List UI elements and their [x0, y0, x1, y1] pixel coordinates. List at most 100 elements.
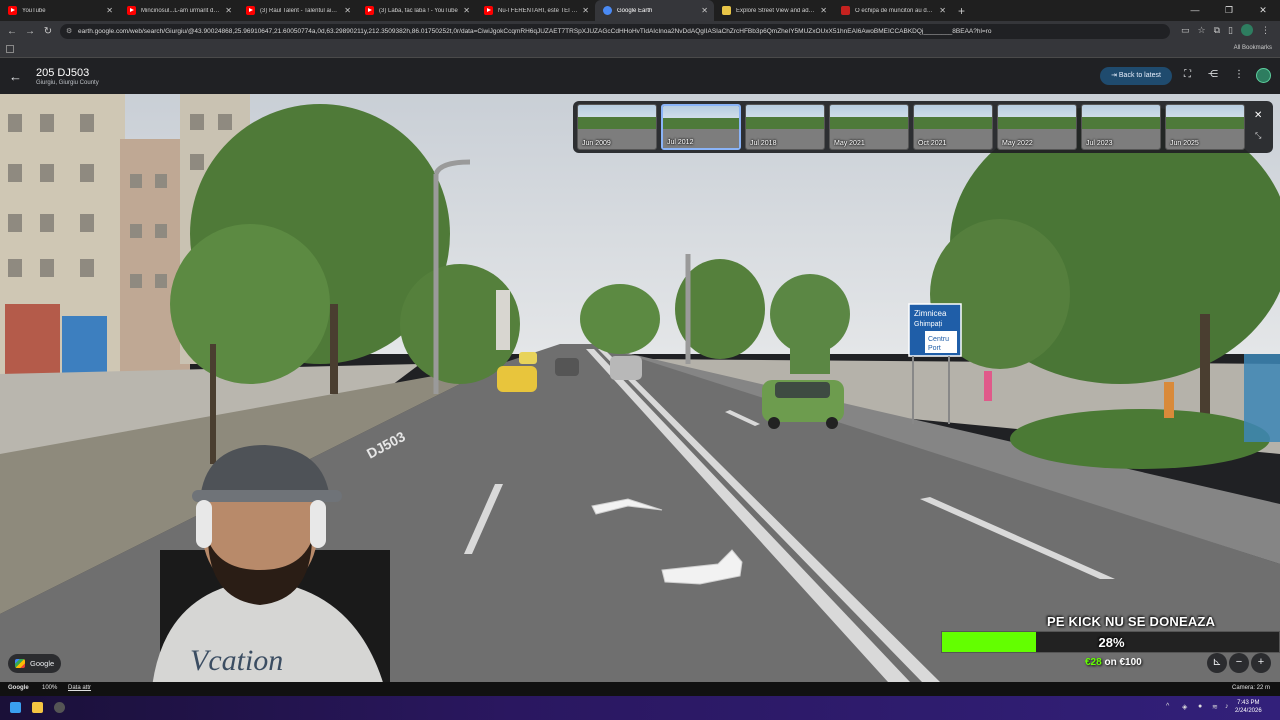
google-maps-icon [15, 659, 25, 668]
google-earth-icon [603, 6, 612, 15]
timeline-date: Jul 2012 [667, 139, 694, 146]
collapse-icon[interactable]: ⤡ [1255, 131, 1261, 141]
tab-label: (3) Raul Talent - Talentul aia fin [260, 7, 341, 14]
network-icon[interactable]: ◈ [1182, 703, 1187, 711]
share-icon[interactable]: ⋲ [1208, 69, 1218, 80]
close-icon[interactable]: ✕ [1254, 110, 1262, 121]
timeline-thumbnail[interactable]: Jul 2023 [1081, 104, 1161, 150]
window-controls: — ❐ ✕ [1178, 0, 1280, 21]
sign-line: Port [928, 345, 941, 352]
timeline-thumbnail[interactable]: May 2021 [829, 104, 909, 150]
chevron-up-icon[interactable]: ^ [1166, 703, 1169, 710]
avatar[interactable] [1256, 68, 1271, 83]
camera-altitude: Camera: 22 m [1232, 685, 1271, 691]
tab-youtube-video[interactable]: (3) Laba, fac laba ! - YouTube ✕ [357, 0, 476, 21]
bus-stop [1244, 354, 1280, 442]
close-icon[interactable]: ✕ [582, 6, 589, 15]
reload-icon[interactable]: ↻ [39, 26, 57, 37]
maximize-icon[interactable]: ❐ [1212, 0, 1246, 21]
youtube-icon [127, 6, 136, 15]
timeline-thumbnail[interactable]: Oct 2021 [913, 104, 993, 150]
donation-separator: on [1104, 657, 1117, 668]
zoom-out-button[interactable]: − [1229, 653, 1249, 673]
timeline-thumbnail[interactable]: May 2022 [997, 104, 1077, 150]
forward-icon[interactable]: → [21, 26, 39, 37]
skip-next-icon: ⇥ [1111, 72, 1119, 79]
browser-toolbar: ← → ↻ ⚙ earth.google.com/web/search/Giur… [0, 21, 1280, 42]
streamer-figure: Vcation [150, 445, 392, 720]
browser-tab-strip: YouTube ✕ Mincinosul...L-am urmărit două… [0, 0, 1280, 21]
cast-icon[interactable]: ▭ [1181, 25, 1190, 36]
gmail-icon [841, 6, 850, 15]
sign-line: Zimnicea [914, 309, 947, 318]
close-icon[interactable]: ✕ [701, 6, 708, 15]
obs-icon[interactable] [54, 702, 65, 713]
close-window-icon[interactable]: ✕ [1246, 0, 1280, 21]
microphone-icon[interactable]: ● [1198, 703, 1202, 710]
extensions-icon[interactable]: ⧉ [1214, 25, 1220, 36]
zoom-in-button[interactable]: + [1251, 653, 1271, 673]
tab-youtube-video[interactable]: Nu-l FERENTARI, este TEI TOBO ✕ [476, 0, 595, 21]
tab-label: Nu-l FERENTARI, este TEI TOBO [498, 7, 578, 14]
sign-line: Ghimpați [914, 321, 942, 328]
compass-icon[interactable]: ⊾ [1207, 653, 1227, 673]
timeline-thumbnail-selected[interactable]: Jul 2012 [661, 104, 741, 150]
close-icon[interactable]: ✕ [106, 6, 113, 15]
apps-icon[interactable] [6, 45, 14, 53]
donation-progress-bar: 28% [941, 631, 1280, 653]
close-icon[interactable]: ✕ [344, 6, 351, 15]
back-icon[interactable]: ← [3, 26, 21, 37]
all-bookmarks-button[interactable]: All Bookmarks [1234, 45, 1272, 51]
fullscreen-icon[interactable]: ⛶ [1184, 69, 1191, 80]
sidebar-icon[interactable]: ▯ [1228, 25, 1233, 36]
system-clock[interactable]: 7:43 PM 2/24/2026 [1235, 699, 1262, 715]
back-to-latest-button[interactable]: ⇥ Back to latest [1100, 67, 1172, 85]
tab-label: (3) Laba, fac laba ! - YouTube [379, 7, 458, 14]
data-attribution-link[interactable]: Data attr [68, 685, 91, 691]
close-icon[interactable]: ✕ [463, 6, 470, 15]
tab-gmail[interactable]: O echipă de muncitori au dădă ✕ [833, 0, 952, 21]
map-controls: ⊾ − + [1207, 653, 1271, 673]
tab-google-earth[interactable]: Google Earth ✕ [595, 0, 714, 21]
timeline-thumbnail[interactable]: Jun 2025 [1165, 104, 1245, 150]
location-title: 205 DJ503 [36, 67, 90, 79]
minimize-icon[interactable]: — [1178, 0, 1212, 21]
google-chip[interactable]: Google [8, 654, 61, 673]
timeline-date: May 2021 [834, 140, 865, 147]
more-options-icon[interactable]: ⋮ [1234, 69, 1244, 80]
youtube-icon [246, 6, 255, 15]
timeline-date: Oct 2021 [918, 140, 947, 147]
close-icon[interactable]: ✕ [820, 6, 827, 15]
timeline-date: Jun 2009 [582, 140, 611, 147]
back-to-latest-label: Back to latest [1118, 72, 1161, 79]
wifi-icon[interactable]: ≋ [1212, 703, 1218, 711]
timeline-thumbnail[interactable]: Jul 2018 [745, 104, 825, 150]
pedestrian [1164, 382, 1174, 418]
site-info-icon[interactable]: ⚙ [66, 24, 72, 39]
tab-label: YouTube [22, 7, 46, 14]
close-icon[interactable]: ✕ [225, 6, 232, 15]
toolbar-actions: ▭ ☆ ⧉ ▯ ⋮ [1181, 24, 1270, 36]
church-tower [496, 290, 510, 350]
back-arrow-icon[interactable]: ← [9, 69, 22, 84]
bookmark-star-icon[interactable]: ☆ [1198, 25, 1206, 36]
tab-youtube-video[interactable]: (3) Raul Talent - Talentul aia fin ✕ [238, 0, 357, 21]
tab-label: Explore Street View and add yo [736, 7, 817, 14]
bookmarks-bar: All Bookmarks [0, 42, 1280, 58]
close-icon[interactable]: ✕ [939, 6, 946, 15]
volume-icon[interactable]: ♪ [1225, 703, 1229, 710]
youtube-icon [8, 6, 17, 15]
profile-avatar[interactable] [1241, 24, 1253, 36]
youtube-icon [484, 6, 493, 15]
google-chip-label: Google [30, 659, 55, 668]
tab-youtube[interactable]: YouTube ✕ [0, 0, 119, 21]
file-explorer-icon[interactable] [32, 702, 43, 713]
address-bar[interactable]: ⚙ earth.google.com/web/search/Giurgiu/@4… [60, 24, 1170, 39]
timeline-thumbnail[interactable]: Jun 2009 [577, 104, 657, 150]
tab-youtube-video[interactable]: Mincinosul...L-am urmărit două ✕ [119, 0, 238, 21]
webcam-overlay: Vcation [130, 440, 400, 720]
menu-icon[interactable]: ⋮ [1261, 25, 1270, 36]
windows-start-icon[interactable] [10, 702, 21, 713]
new-tab-button[interactable]: + [952, 0, 971, 21]
tab-street-view[interactable]: Explore Street View and add yo ✕ [714, 0, 833, 21]
